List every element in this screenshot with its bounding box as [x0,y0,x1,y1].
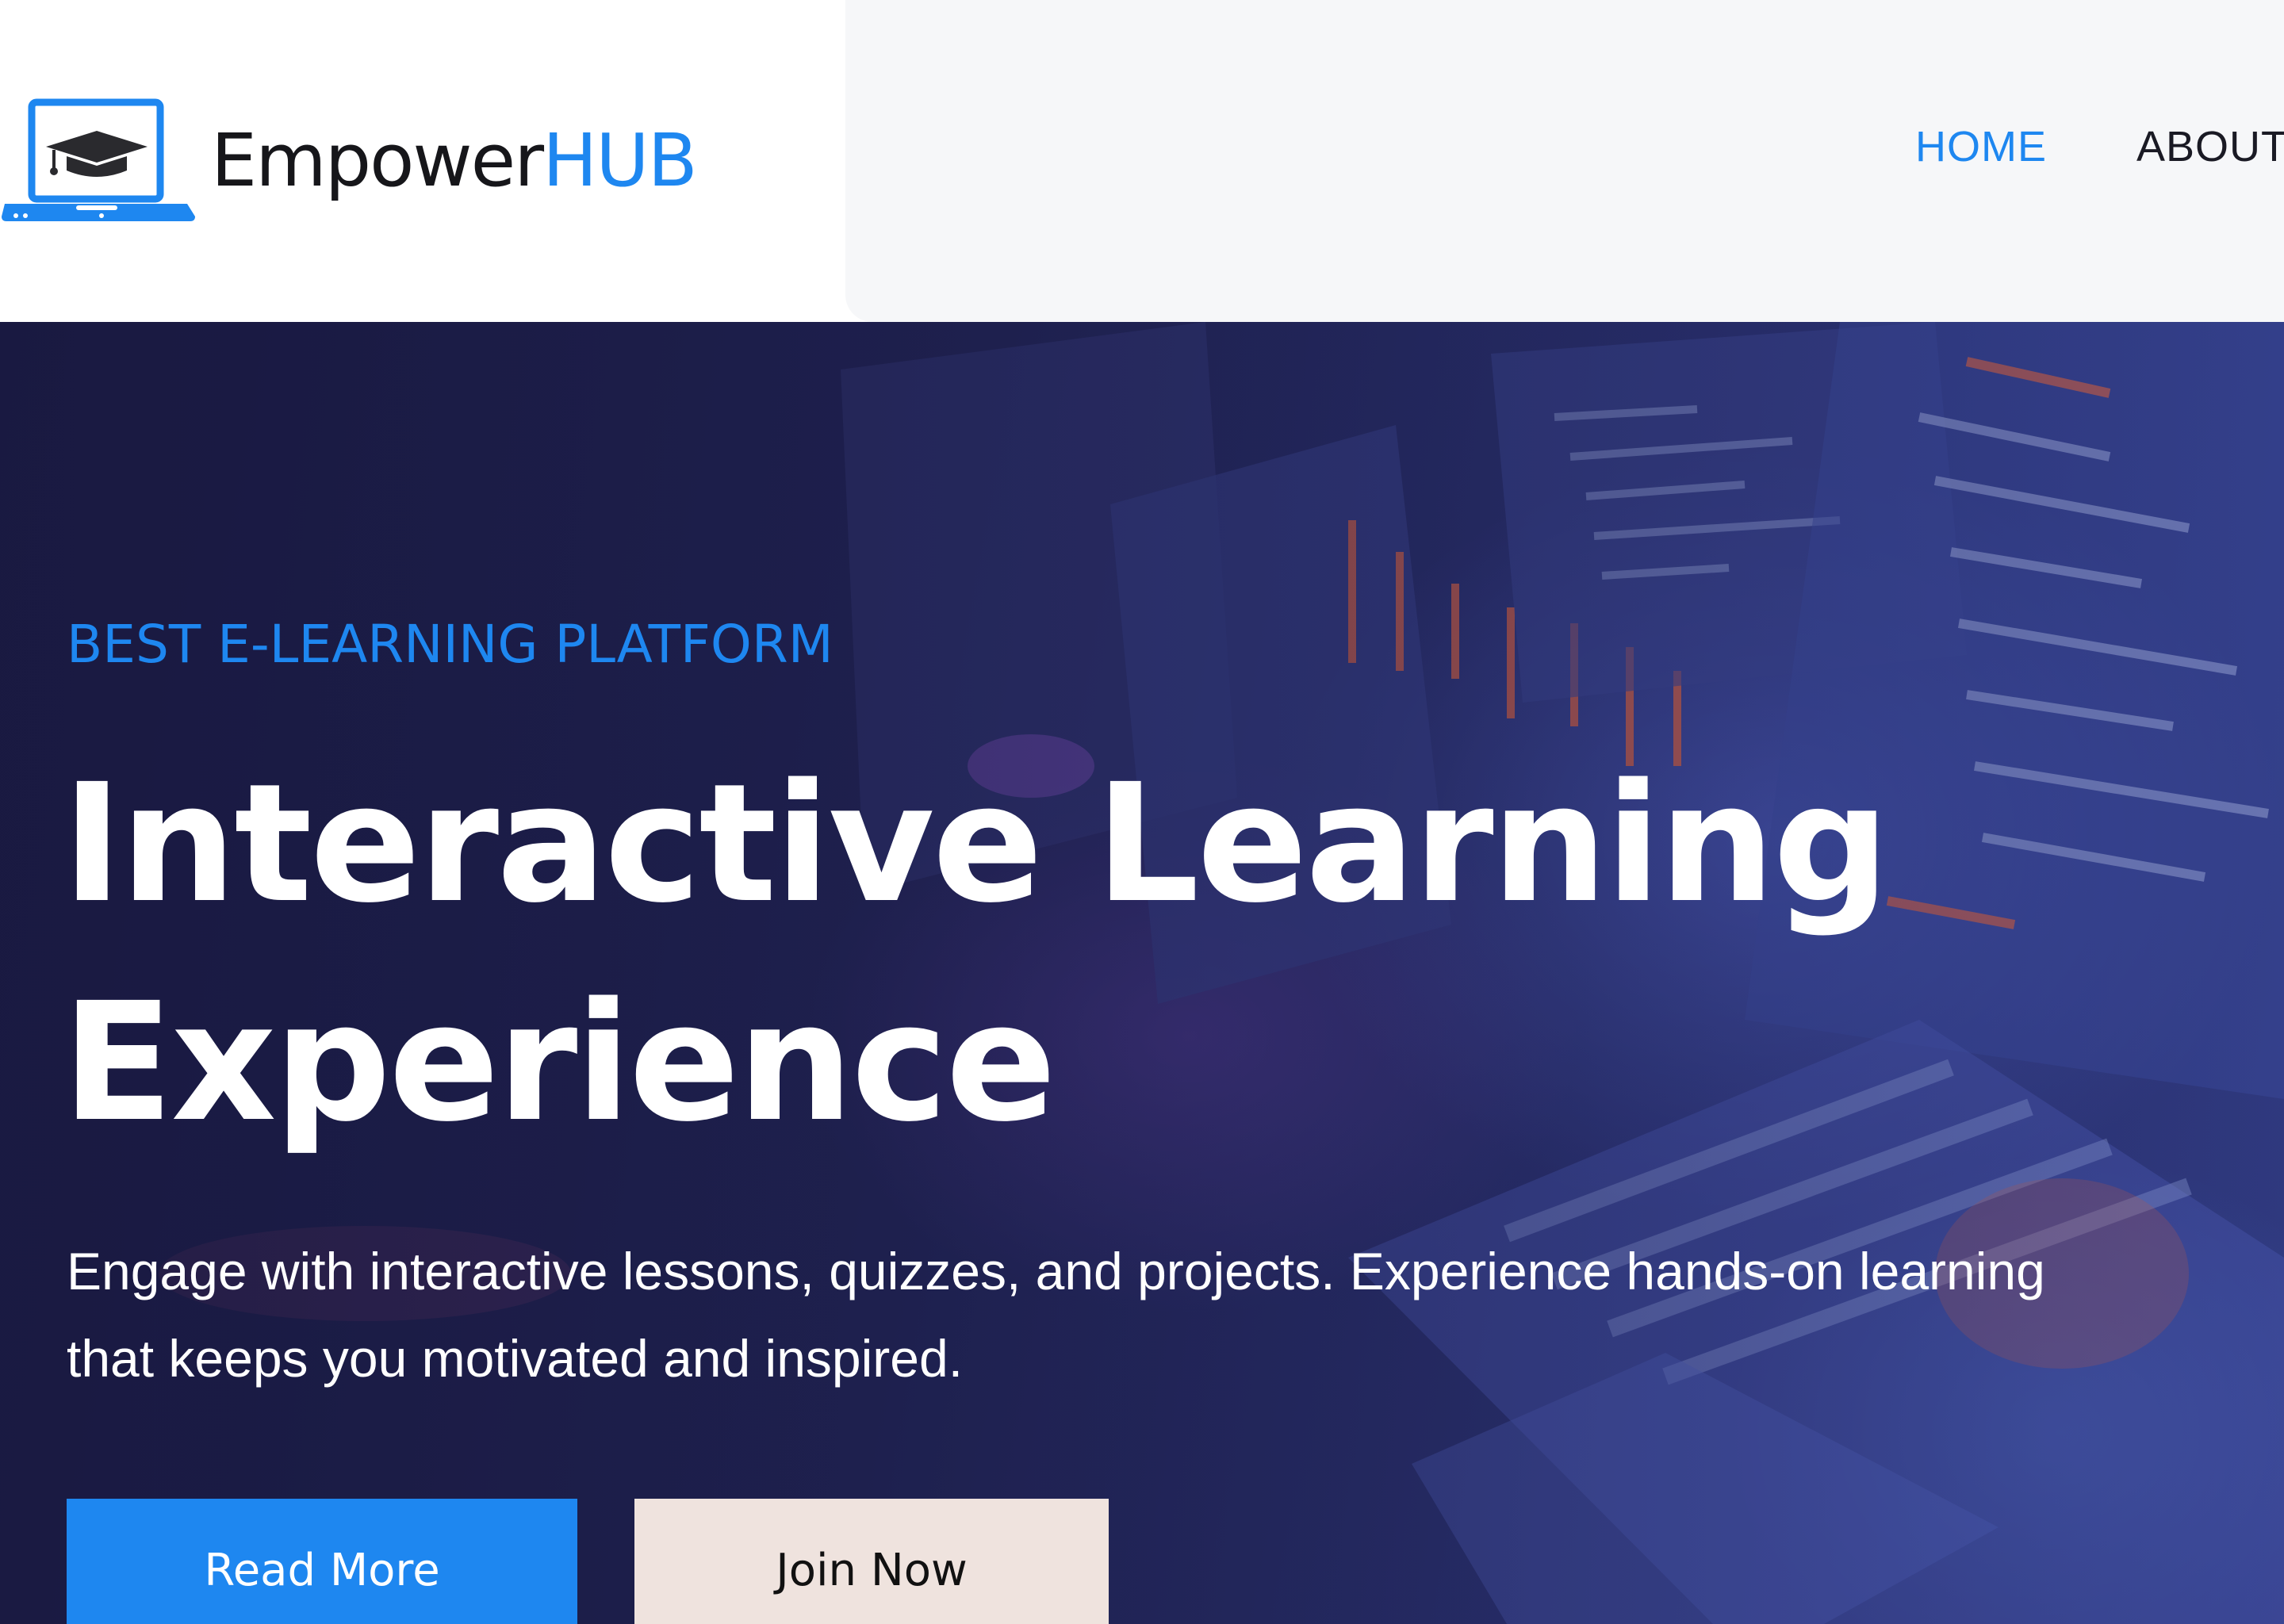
logo[interactable]: EmpowerHUB [0,94,698,228]
join-now-button[interactable]: Join Now [634,1499,1109,1624]
hero-eyebrow: BEST E-LEARNING PLATFORM [67,614,834,675]
hero-section: BEST E-LEARNING PLATFORM Interactive Lea… [0,322,2284,1624]
hero-headline: Interactive Learning Experience [62,749,1890,1158]
brand-name: EmpowerHUB [211,124,698,197]
nav-link-about[interactable]: ABOUT [2136,125,2284,168]
read-more-button[interactable]: Read More [67,1499,577,1624]
nav-link-home[interactable]: HOME [1915,125,2047,168]
site-header: EmpowerHUB HOME ABOUT [0,0,2284,322]
brand-part-2: HUB [542,118,698,203]
brand-part-1: Empower [211,118,544,203]
hero-lead: Engage with interactive lessons, quizzes… [67,1242,2045,1388]
laptop-graduation-cap-icon [2,98,195,221]
main-nav: HOME ABOUT [1915,125,2284,168]
